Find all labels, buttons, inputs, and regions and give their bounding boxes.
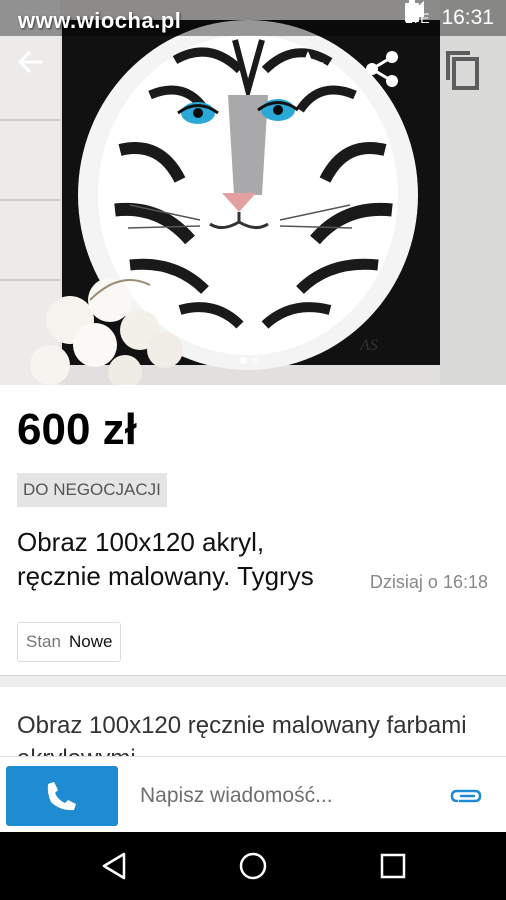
call-button[interactable] — [6, 766, 118, 826]
arrow-back-icon — [17, 50, 43, 74]
star-icon — [292, 51, 324, 82]
gallery-pager — [240, 357, 259, 364]
copy-icon — [446, 51, 479, 90]
triangle-back-icon — [102, 852, 126, 880]
listing-details: 600 zł DO NEGOCJACJI Obraz 100x120 akryl… — [0, 385, 506, 675]
painting-signature: AS — [359, 337, 378, 354]
contact-bar — [0, 756, 506, 832]
status-bar: www.wiocha.pl LTE 16:31 — [0, 0, 506, 36]
back-button[interactable] — [17, 50, 61, 94]
pager-dot — [252, 357, 259, 364]
circle-home-icon — [239, 852, 267, 880]
condition-value: Nowe — [68, 632, 113, 651]
price: 600 zł — [17, 405, 137, 454]
status-icons: LTE 16:31 — [404, 0, 494, 36]
section-divider — [0, 675, 506, 687]
description-text: Obraz 100x120 ręcznie malowany farbami a… — [17, 712, 467, 757]
nav-recents-button[interactable] — [371, 846, 415, 886]
gallery-image[interactable]: AS www.wiocha.pl LTE 16:31 — [0, 0, 506, 385]
nav-back-button[interactable] — [92, 846, 136, 886]
nav-home-button[interactable] — [231, 846, 275, 886]
share-icon — [366, 51, 398, 87]
battery-icon — [404, 0, 419, 22]
condition-label: Stan — [26, 632, 61, 651]
listing-title-line: ręcznie malowany. Tygrys — [17, 561, 314, 591]
copy-button[interactable] — [444, 50, 488, 94]
share-button[interactable] — [364, 50, 408, 94]
watermark-text: www.wiocha.pl — [18, 8, 182, 33]
attach-button[interactable] — [446, 779, 486, 813]
posted-date: Dzisiaj o 16:18 — [369, 572, 488, 592]
negotiation-badge: DO NEGOCJACJI — [17, 473, 167, 507]
clock: 16:31 — [441, 6, 494, 29]
listing-title-line: Obraz 100x120 akryl, — [17, 527, 265, 557]
paperclip-icon — [450, 789, 482, 803]
listing-screen: AS www.wiocha.pl LTE 16:31 — [0, 0, 506, 900]
message-input[interactable] — [128, 766, 438, 826]
tiger-painting-image: AS — [0, 0, 506, 385]
phone-icon — [47, 782, 76, 811]
condition-chip: Stan Nowe — [17, 622, 122, 662]
description-section: Obraz 100x120 ręcznie malowany farbami a… — [0, 687, 506, 757]
favorite-button[interactable] — [291, 50, 335, 94]
navigation-bar — [0, 832, 506, 900]
pager-dot — [240, 357, 247, 364]
listing-title: Obraz 100x120 akryl, ręcznie malowany. T… — [17, 525, 357, 593]
square-recents-icon — [380, 853, 406, 879]
